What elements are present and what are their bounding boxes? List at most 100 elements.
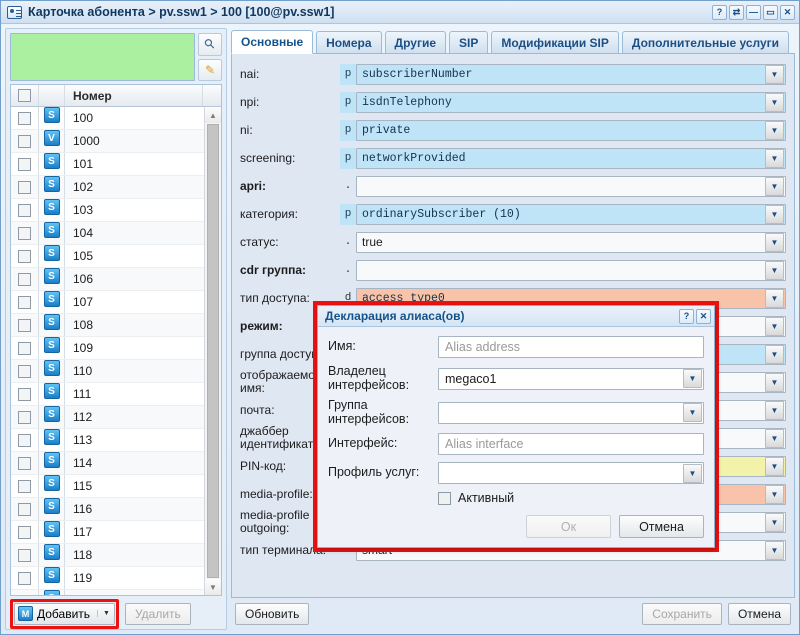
active-checkbox-row[interactable]: Активный	[438, 491, 704, 505]
help-button[interactable]: ?	[712, 4, 727, 20]
search-button[interactable]: ⚲	[198, 33, 222, 56]
select-all-cell[interactable]	[11, 85, 39, 106]
close-button[interactable]: ✕	[780, 4, 795, 20]
dialog-cancel-button[interactable]: Отмена	[619, 515, 704, 538]
tab-2[interactable]: Номера	[316, 31, 382, 53]
scroll-up-icon[interactable]: ▲	[205, 107, 221, 123]
table-row[interactable]: S 116	[11, 498, 204, 521]
table-row[interactable]: S 104	[11, 222, 204, 245]
table-row[interactable]: S 119	[11, 567, 204, 590]
chevron-down-icon[interactable]: ▼	[765, 456, 784, 476]
row-checkbox[interactable]	[18, 295, 31, 309]
chevron-down-icon[interactable]: ▼	[765, 120, 784, 140]
row-checkbox[interactable]	[18, 226, 31, 240]
field-select[interactable]: ▼	[356, 259, 786, 281]
row-select-cell[interactable]	[11, 429, 39, 451]
dialog-field-3[interactable]: ▼	[438, 401, 704, 424]
tab-3[interactable]: Другие	[384, 31, 446, 53]
dialog-help-button[interactable]: ?	[679, 308, 694, 324]
table-row[interactable]: S 105	[11, 245, 204, 268]
row-checkbox[interactable]	[18, 341, 31, 355]
chevron-down-icon[interactable]: ▼	[683, 369, 702, 388]
tab-1[interactable]: Основные	[231, 30, 314, 54]
table-row[interactable]: S 103	[11, 199, 204, 222]
save-button[interactable]: Сохранить	[642, 603, 722, 625]
row-select-cell[interactable]	[11, 475, 39, 497]
row-select-cell[interactable]	[11, 199, 39, 221]
dialog-field-5[interactable]: ▼	[438, 462, 704, 484]
table-row[interactable]: S 120	[11, 590, 204, 595]
table-row[interactable]: S 111	[11, 383, 204, 406]
chevron-down-icon[interactable]: ▼	[765, 260, 784, 280]
table-row[interactable]: S 108	[11, 314, 204, 337]
chevron-down-icon[interactable]: ▼	[765, 64, 784, 84]
row-select-cell[interactable]	[11, 245, 39, 267]
delete-button[interactable]: Удалить	[124, 602, 191, 625]
row-checkbox[interactable]	[18, 157, 31, 171]
table-row[interactable]: S 118	[11, 544, 204, 567]
row-checkbox[interactable]	[18, 272, 31, 286]
active-checkbox[interactable]	[438, 491, 451, 505]
chevron-down-icon[interactable]: ▼	[765, 316, 784, 336]
chevron-down-icon[interactable]: ▼	[683, 403, 702, 422]
row-select-cell[interactable]	[11, 360, 39, 382]
row-select-cell[interactable]	[11, 337, 39, 359]
table-row[interactable]: S 112	[11, 406, 204, 429]
row-select-cell[interactable]	[11, 567, 39, 589]
table-row[interactable]: S 117	[11, 521, 204, 544]
dialog-field-2[interactable]: megaco1 ▼	[438, 367, 704, 390]
table-row[interactable]: S 100	[11, 107, 204, 130]
number-column-header[interactable]: Номер	[65, 85, 203, 106]
row-checkbox[interactable]	[18, 594, 31, 595]
row-select-cell[interactable]	[11, 176, 39, 198]
row-checkbox[interactable]	[18, 456, 31, 470]
row-select-cell[interactable]	[11, 521, 39, 543]
chevron-down-icon[interactable]: ▼	[683, 463, 702, 483]
table-row[interactable]: S 106	[11, 268, 204, 291]
add-button[interactable]: M Добавить ▼	[14, 602, 115, 625]
row-checkbox[interactable]	[18, 180, 31, 194]
row-select-cell[interactable]	[11, 222, 39, 244]
row-select-cell[interactable]	[11, 452, 39, 474]
field-select[interactable]: true ▼	[356, 231, 786, 253]
row-checkbox[interactable]	[18, 364, 31, 378]
chevron-down-icon[interactable]: ▼	[765, 344, 784, 364]
row-checkbox[interactable]	[18, 134, 31, 148]
chevron-down-icon[interactable]: ▼	[765, 400, 784, 420]
row-checkbox[interactable]	[18, 571, 31, 585]
chevron-down-icon[interactable]: ▼	[765, 176, 784, 196]
row-checkbox[interactable]	[18, 433, 31, 447]
table-row[interactable]: S 102	[11, 176, 204, 199]
row-select-cell[interactable]	[11, 498, 39, 520]
field-select[interactable]: ▼	[356, 175, 786, 197]
row-checkbox[interactable]	[18, 318, 31, 332]
dialog-close-button[interactable]: ✕	[696, 308, 711, 324]
refresh-button[interactable]: ⇄	[729, 4, 744, 20]
chevron-down-icon[interactable]: ▼	[765, 204, 784, 224]
field-select[interactable]: networkProvided ▼	[356, 147, 786, 169]
row-checkbox[interactable]	[18, 479, 31, 493]
row-select-cell[interactable]	[11, 291, 39, 313]
table-row[interactable]: V 1000	[11, 130, 204, 153]
field-select[interactable]: private ▼	[356, 119, 786, 141]
cancel-button[interactable]: Отмена	[727, 603, 791, 625]
chevron-down-icon[interactable]: ▼	[765, 428, 784, 448]
tab-6[interactable]: Дополнительные услуги	[621, 31, 790, 53]
row-select-cell[interactable]	[11, 544, 39, 566]
search-input[interactable]	[10, 33, 195, 81]
chevron-down-icon[interactable]: ▼	[765, 148, 784, 168]
table-row[interactable]: S 109	[11, 337, 204, 360]
table-row[interactable]: S 113	[11, 429, 204, 452]
row-select-cell[interactable]	[11, 383, 39, 405]
table-row[interactable]: S 101	[11, 153, 204, 176]
refresh-form-button[interactable]: Обновить	[235, 603, 310, 625]
row-select-cell[interactable]	[11, 268, 39, 290]
table-row[interactable]: S 110	[11, 360, 204, 383]
tab-5[interactable]: Модификации SIP	[491, 31, 619, 53]
chevron-down-icon[interactable]: ▼	[97, 610, 110, 617]
maximize-button[interactable]: ▭	[763, 4, 778, 20]
select-all-checkbox[interactable]	[18, 89, 31, 102]
chevron-down-icon[interactable]: ▼	[765, 372, 784, 392]
row-checkbox[interactable]	[18, 502, 31, 516]
dialog-field-1[interactable]: Alias address	[438, 336, 704, 358]
